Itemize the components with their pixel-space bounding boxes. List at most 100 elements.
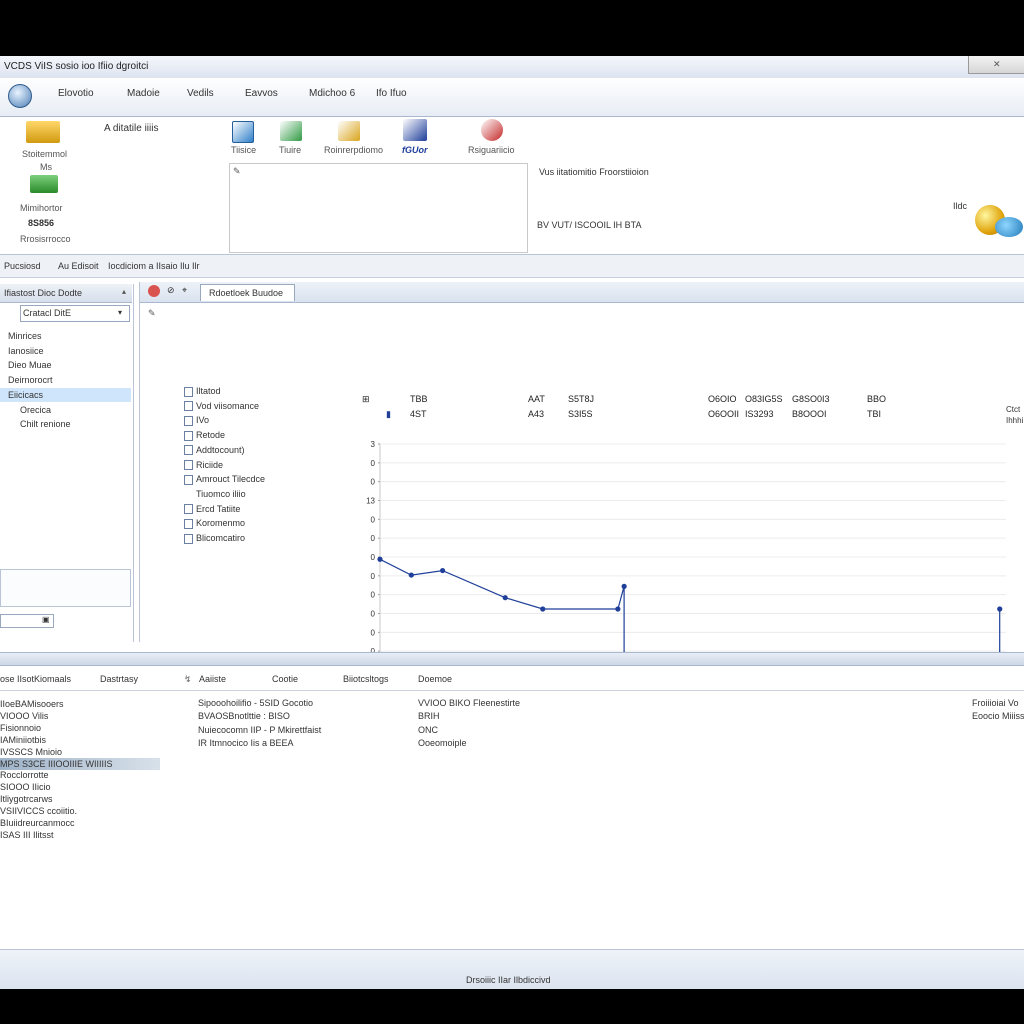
list-item[interactable]: Addtocount) bbox=[184, 445, 245, 456]
bottom-list-item[interactable]: Fisionnoio bbox=[0, 722, 160, 734]
data-row-1[interactable]: ⊞ TBB AAT S5T8J O6OIO O83IG5S G8SO0I3 BB… bbox=[362, 394, 922, 408]
left-scroll-input[interactable]: ▣ bbox=[0, 614, 54, 628]
list-item-label: IVo bbox=[196, 415, 210, 426]
chevron-down-icon[interactable]: ▾ bbox=[118, 308, 122, 317]
bottom-far-right-item[interactable]: Eoocio Miiiss bbox=[972, 711, 1024, 721]
ribbon-tool-2-icon[interactable] bbox=[280, 121, 302, 141]
list-item[interactable]: Tiuomco iliio bbox=[184, 489, 246, 500]
ribbon-tool-4-label[interactable]: fGUor bbox=[402, 145, 428, 155]
bottom-list-item[interactable]: BIuiidreurcanmocc bbox=[0, 817, 160, 829]
ribbon-tool-5-label[interactable]: Rsiguariicio bbox=[468, 145, 515, 155]
status-line-item-1[interactable]: Pucsiosd bbox=[4, 261, 41, 271]
col-header-5[interactable]: Biiotcsltogs bbox=[343, 674, 389, 684]
sort-icon[interactable]: ↯ bbox=[184, 674, 192, 685]
data-row-2[interactable]: ▮ 4ST A43 S3I5S O6OOII IS3293 B8OOOI TBI bbox=[362, 409, 922, 423]
status-line-item-3[interactable]: Iocdiciom a bbox=[108, 261, 154, 271]
list-item[interactable]: Koromenmo bbox=[184, 518, 245, 529]
bottom-middle-item[interactable]: BVAOSBnotlttie : BISO bbox=[198, 711, 290, 721]
list-item-icon bbox=[184, 445, 193, 456]
tree-item[interactable]: Minrices bbox=[0, 329, 131, 343]
data-point bbox=[440, 567, 446, 574]
bottom-list-item[interactable]: VIOOO Vilis bbox=[0, 710, 160, 722]
tree-item[interactable]: Ianosiice bbox=[0, 344, 131, 358]
splitter[interactable] bbox=[0, 652, 1024, 666]
tree-item[interactable]: Deirnorocrt bbox=[0, 373, 131, 387]
menu-item-6[interactable]: Ifo Ifuo bbox=[376, 88, 407, 99]
ribbon-tool-2-label[interactable]: Tiuire bbox=[279, 145, 301, 155]
menu-item-4[interactable]: Eavvos bbox=[245, 88, 278, 99]
data-cell: B8OOOI bbox=[792, 409, 827, 419]
close-button[interactable]: ✕ bbox=[968, 56, 1024, 74]
tree-item[interactable]: Chilt renione bbox=[0, 417, 131, 431]
scroll-icon[interactable]: ▣ bbox=[42, 615, 50, 624]
col-header-2[interactable]: Dastrtasy bbox=[100, 674, 138, 684]
ribbon-gold-icon[interactable] bbox=[26, 121, 60, 143]
bottom-right-item[interactable]: ONC bbox=[418, 725, 438, 735]
list-item-icon bbox=[184, 533, 193, 544]
status-line-item-4[interactable]: IIsaio Ilu Ilr bbox=[156, 261, 200, 271]
filter-combo[interactable]: Cratacl DitE ▾ bbox=[20, 305, 130, 322]
bottom-right-item[interactable]: BRIH bbox=[418, 711, 440, 721]
bottom-list-item-label: Fisionnoio bbox=[0, 722, 42, 733]
col-header-3[interactable]: Aaiiste bbox=[199, 674, 226, 684]
menu-item-1[interactable]: Elovotio bbox=[58, 88, 94, 99]
list-item-label: Amrouct Tilecdce bbox=[196, 474, 266, 485]
bottom-right-item[interactable]: VVIOO BIKO Fleenestirte bbox=[418, 698, 520, 708]
list-item[interactable]: Ercd Tatiite bbox=[184, 504, 240, 515]
bottom-list-item[interactable]: VSIIVICCS ccoiitio. bbox=[0, 805, 160, 817]
bottom-list-item[interactable]: MPS S3CE IIIOOIIIE WIIIIIS bbox=[0, 757, 160, 770]
pin-icon[interactable]: ⌖ bbox=[182, 285, 187, 296]
list-item[interactable]: Riciide bbox=[184, 460, 223, 471]
menu-item-5[interactable]: Mdichoo 6 bbox=[309, 88, 355, 99]
tree-item-label: Deirnorocrt bbox=[8, 375, 53, 386]
ribbon-tool-1-icon[interactable] bbox=[232, 121, 254, 143]
col-header-4[interactable]: Cootie bbox=[272, 674, 298, 684]
refresh-icon[interactable]: ⊘ bbox=[167, 285, 175, 296]
list-item[interactable]: Blicomcatiro bbox=[184, 533, 245, 544]
bottom-list-item[interactable]: IAMiniiotbis bbox=[0, 734, 160, 746]
bottom-list-item[interactable]: IIoeBAMisooers bbox=[0, 698, 160, 710]
col-header-6[interactable]: Doemoe bbox=[418, 674, 452, 684]
y-tick-label: 3 bbox=[371, 440, 376, 449]
bottom-list-item[interactable]: Rocclorrotte bbox=[0, 769, 160, 781]
data-cell: TBB bbox=[410, 394, 428, 404]
ribbon-tool-3-icon[interactable] bbox=[338, 121, 360, 141]
tree-item[interactable]: Orecica bbox=[0, 403, 131, 417]
edit-icon[interactable]: ✎ bbox=[148, 308, 156, 319]
list-item[interactable]: Iltatod bbox=[184, 386, 221, 397]
tab-active[interactable]: Rdoetloek Buudoe bbox=[200, 284, 295, 301]
bottom-right-item[interactable]: Ooeomoiple bbox=[418, 738, 467, 748]
tree-item-label: Orecica bbox=[20, 404, 52, 415]
bottom-list-item[interactable]: SIOOO IIicio bbox=[0, 781, 160, 793]
stop-icon[interactable] bbox=[148, 285, 160, 297]
col-header-1[interactable]: ose IIsotKiomaals bbox=[0, 674, 71, 684]
list-item[interactable]: Vod viisomance bbox=[184, 401, 259, 412]
ribbon-tool-1-label[interactable]: Tiisice bbox=[231, 145, 256, 155]
left-pane: Ifiastost Dioc Dodte ▴ Cratacl DitE ▾ Mi… bbox=[0, 284, 134, 642]
bottom-middle-item[interactable]: IR Itmnocico Iis a BEEA bbox=[198, 738, 294, 748]
tree-item[interactable]: Dieo Muae bbox=[0, 358, 131, 372]
ribbon-tool-5-icon[interactable] bbox=[481, 119, 503, 141]
tree-item[interactable]: Eiicicacs bbox=[0, 387, 131, 402]
data-cell: A43 bbox=[528, 409, 545, 419]
list-item-label: Ercd Tatiite bbox=[196, 503, 241, 514]
bottom-middle-item[interactable]: Nuiecocomn IIP - P Mkirettfaist bbox=[198, 725, 321, 735]
list-item[interactable]: Amrouct Tilecdce bbox=[184, 474, 265, 485]
bottom-middle-item[interactable]: Sipooohoilifio - 5SID Gocotio bbox=[198, 698, 313, 708]
bottom-list-item-label: Rocclorrotte bbox=[0, 770, 49, 781]
bottom-list-item[interactable]: ISAS III Ilitsst bbox=[0, 829, 160, 841]
ribbon-green-icon[interactable] bbox=[30, 175, 58, 193]
bottom-far-right-item[interactable]: Froiiioiai Vo bbox=[972, 698, 1019, 708]
list-item[interactable]: Retode bbox=[184, 430, 225, 441]
menu-item-2[interactable]: Madoie bbox=[127, 88, 160, 99]
ribbon-tool-4-icon[interactable] bbox=[403, 119, 427, 141]
app-orb-icon[interactable] bbox=[8, 84, 32, 108]
menu-item-3[interactable]: Vedils bbox=[187, 88, 214, 99]
ribbon-tool-3-label[interactable]: Roinrerpdiomo bbox=[324, 145, 383, 155]
chevron-up-icon[interactable]: ▴ bbox=[122, 287, 126, 296]
bottom-list-item[interactable]: Itliygotrcarws bbox=[0, 793, 160, 805]
status-line-item-2[interactable]: Au Edisoit bbox=[58, 261, 99, 271]
bottom-list-item[interactable]: IVSSCS Mnioio bbox=[0, 746, 160, 758]
list-item[interactable]: IVo bbox=[184, 415, 210, 427]
left-pane-title: Ifiastost Dioc Dodte bbox=[4, 288, 83, 298]
